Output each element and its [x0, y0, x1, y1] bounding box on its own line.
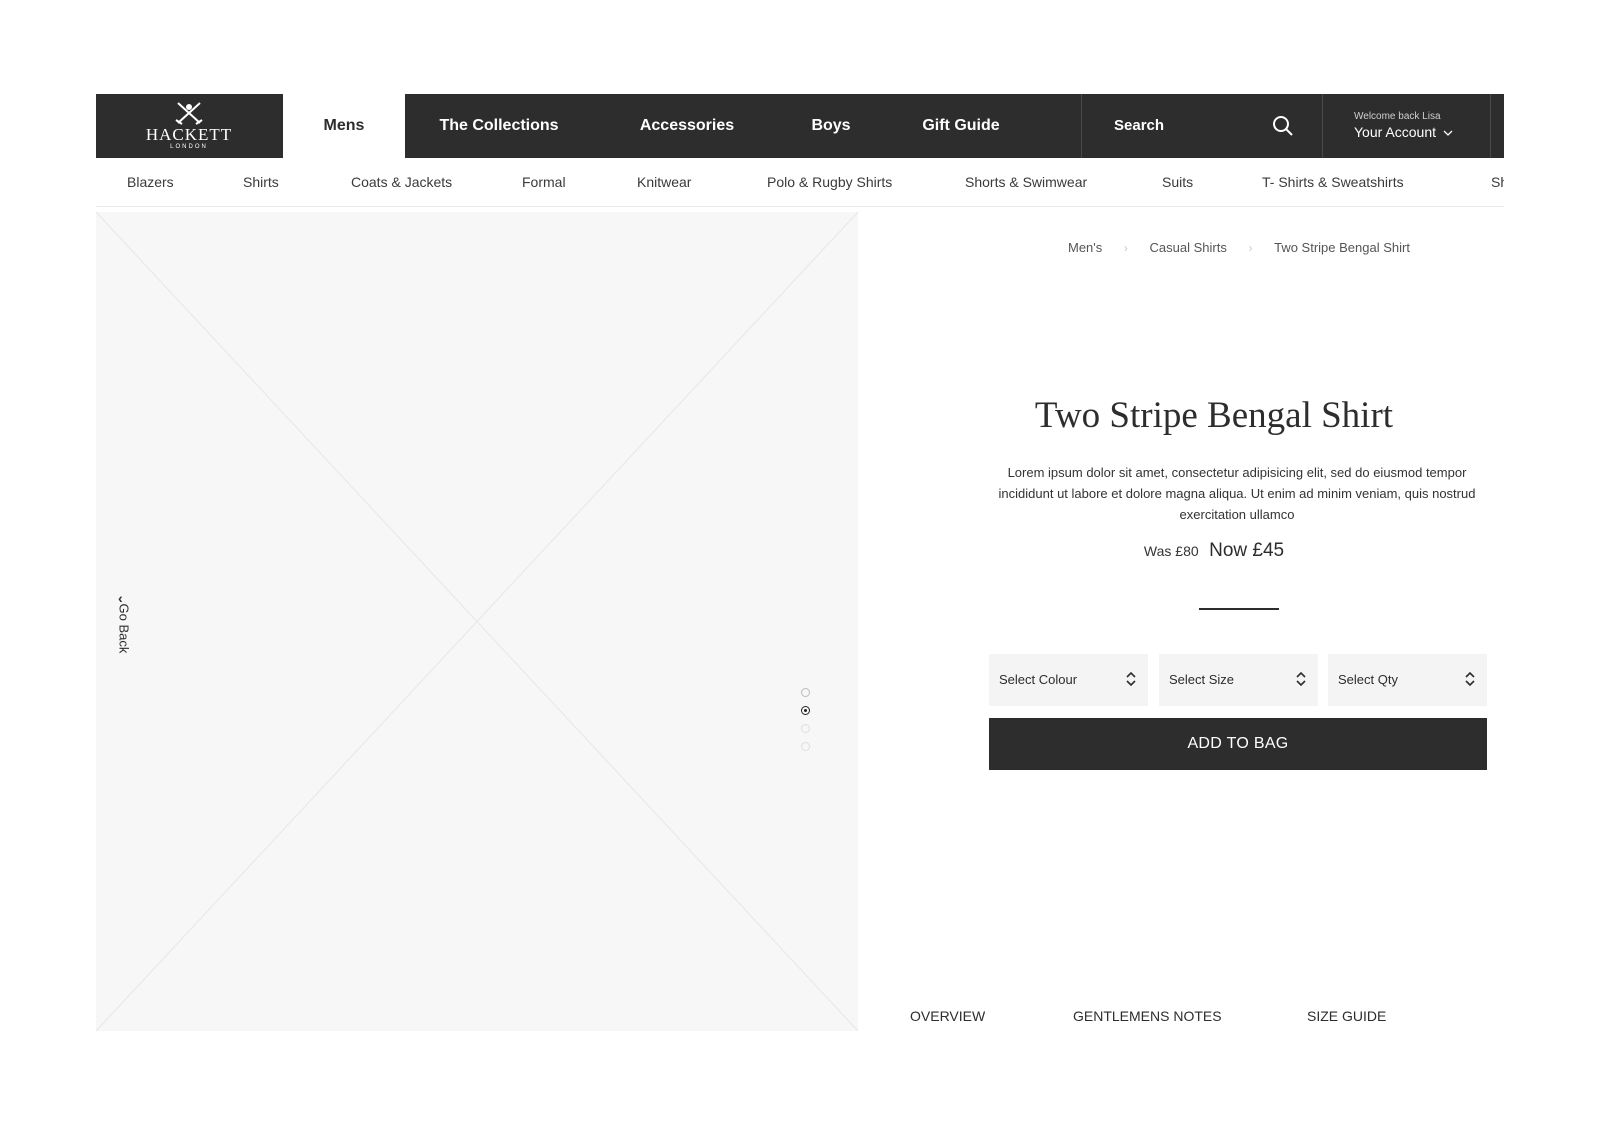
- add-to-bag-button[interactable]: ADD TO BAG: [989, 718, 1487, 770]
- slide-dot[interactable]: [801, 742, 810, 751]
- breadcrumb-casual-shirts[interactable]: Casual Shirts: [1150, 240, 1227, 255]
- image-placeholder: [96, 212, 858, 1031]
- welcome-text: Welcome back Lisa: [1354, 111, 1441, 122]
- title-divider: [1199, 608, 1279, 610]
- search-box[interactable]: Search: [1081, 94, 1323, 158]
- subnav-item-overflow[interactable]: Sh: [1491, 158, 1504, 206]
- subnav-item-blazers[interactable]: Blazers: [127, 158, 174, 206]
- product-price: Was £80 Now £45: [964, 540, 1464, 562]
- subnav-item-formal[interactable]: Formal: [522, 158, 566, 206]
- account-link[interactable]: Your Account: [1354, 124, 1453, 140]
- subnav-item-tshirts[interactable]: T- Shirts & Sweatshirts: [1262, 158, 1404, 206]
- sub-nav: Blazers Shirts Coats & Jackets Formal Kn…: [96, 158, 1504, 207]
- breadcrumb-current: Two Stripe Bengal Shirt: [1274, 240, 1410, 255]
- breadcrumb: Men's › Casual Shirts › Two Stripe Benga…: [1068, 240, 1410, 255]
- subnav-item-shirts[interactable]: Shirts: [243, 158, 279, 206]
- nav-item-mens[interactable]: Mens: [283, 94, 405, 158]
- tab-gentlemens-notes[interactable]: GENTLEMENS NOTES: [1073, 1008, 1222, 1024]
- nav-item-accessories[interactable]: Accessories: [612, 94, 762, 158]
- crossed-swords-icon: [175, 102, 203, 125]
- brand-name: HACKETT: [145, 125, 233, 144]
- breadcrumb-mens[interactable]: Men's: [1068, 240, 1102, 255]
- chevron-up-down-icon: [1465, 671, 1475, 687]
- account-label: Your Account: [1354, 124, 1436, 140]
- search-icon[interactable]: [1272, 115, 1294, 137]
- slide-dot[interactable]: [801, 724, 810, 733]
- was-price: Was £80: [1143, 543, 1199, 559]
- brand-logo[interactable]: HACKETT LONDON: [96, 94, 282, 158]
- nav-item-boys[interactable]: Boys: [791, 94, 871, 158]
- product-title: Two Stripe Bengal Shirt: [1034, 395, 1394, 436]
- product-description: Lorem ipsum dolor sit amet, consectetur …: [998, 465, 1476, 522]
- qty-select[interactable]: Select Qty: [1328, 654, 1487, 706]
- colour-select-label: Select Colour: [999, 672, 1078, 687]
- go-back-label: Go Back: [116, 603, 132, 654]
- tab-size-guide[interactable]: SIZE GUIDE: [1307, 1008, 1386, 1024]
- colour-select[interactable]: Select Colour: [989, 654, 1148, 706]
- size-select[interactable]: Select Size: [1159, 654, 1318, 706]
- page-frame: HACKETT LONDON Mens The Collections Acce…: [96, 94, 1504, 1031]
- chevron-up-down-icon: [1126, 671, 1136, 687]
- subnav-item-knitwear[interactable]: Knitwear: [637, 158, 691, 206]
- chevron-down-icon: [1443, 130, 1453, 136]
- qty-select-label: Select Qty: [1338, 672, 1398, 687]
- subnav-item-coats-jackets[interactable]: Coats & Jackets: [351, 158, 452, 206]
- account-menu[interactable]: Welcome back Lisa Your Account: [1322, 94, 1491, 158]
- top-nav: HACKETT LONDON Mens The Collections Acce…: [96, 94, 1504, 158]
- nav-item-collections[interactable]: The Collections: [414, 94, 584, 158]
- slide-dot[interactable]: [801, 688, 810, 697]
- chevron-right-icon: ›: [1248, 241, 1253, 255]
- go-back-button[interactable]: ‹ Go Back: [114, 590, 134, 670]
- subnav-item-shorts-swimwear[interactable]: Shorts & Swimwear: [965, 158, 1087, 206]
- now-price: Now £45: [1209, 540, 1285, 561]
- chevron-right-icon: ›: [1123, 241, 1128, 255]
- brand-sub: LONDON: [170, 144, 208, 150]
- nav-item-gift-guide[interactable]: Gift Guide: [906, 94, 1016, 158]
- chevron-up-down-icon: [1296, 671, 1306, 687]
- slide-dot-active[interactable]: [801, 706, 810, 715]
- subnav-item-polo-rugby[interactable]: Polo & Rugby Shirts: [767, 158, 892, 206]
- tab-overview[interactable]: OVERVIEW: [910, 1008, 985, 1024]
- slide-dots: [801, 688, 813, 760]
- subnav-item-suits[interactable]: Suits: [1162, 158, 1193, 206]
- product-image[interactable]: ‹ Go Back: [96, 212, 858, 1031]
- search-label: Search: [1114, 117, 1165, 134]
- size-select-label: Select Size: [1169, 672, 1235, 687]
